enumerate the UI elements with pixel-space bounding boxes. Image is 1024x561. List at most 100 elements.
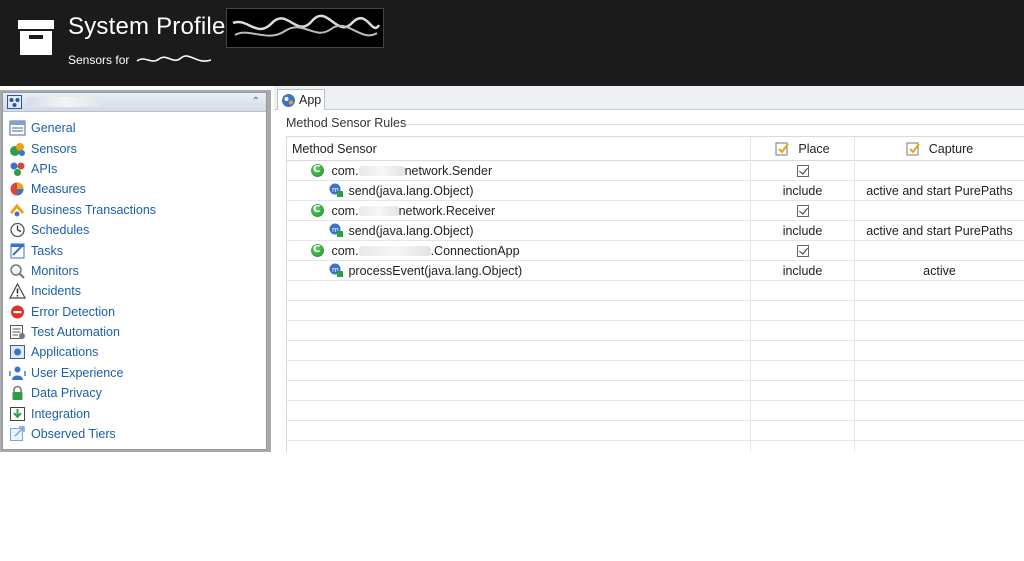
method-sensor-cell: com. network.Sender [287,161,751,181]
sidebar-item-monitors[interactable]: Monitors [3,261,266,281]
sidebar-item-integration[interactable]: Integration [3,403,266,423]
sidebar-item-label: Test Automation [31,325,120,340]
empty-row [287,381,1024,401]
sidebar-item-label: Error Detection [31,304,116,319]
class-icon [311,241,324,260]
empty-row [287,341,1024,361]
capture-cell[interactable]: active and start PurePaths [855,221,1024,241]
method-sensor-cell: m send(java.lang.Object) [287,221,751,241]
class-name: .ConnectionApp [430,244,520,258]
place-cell[interactable]: include [751,261,855,281]
sidebar-item-error-detection[interactable]: Error Detection [3,302,266,322]
profile-tree-icon [7,95,22,109]
place-cell[interactable]: include [751,221,855,241]
place-cell[interactable] [751,161,855,181]
sidebar-panel: ⌃ General Sensors APIs Measures Business… [2,92,267,450]
profile-sidebar: ⌃ General Sensors APIs Measures Business… [0,90,271,452]
app-icon [282,93,295,107]
sidebar-item-label: Schedules [31,223,90,238]
empty-row [287,321,1024,341]
sidebar-item-sensors[interactable]: Sensors [3,138,266,158]
business-transactions-icon [9,203,25,217]
method-name: send(java.lang.Object) [348,184,474,198]
subtitle-text: Sensors for [68,53,130,67]
sensors-icon [10,142,25,156]
sidebar-item-label: General [31,121,76,136]
tab-app[interactable]: App [277,89,325,110]
redacted-system-name [136,55,211,62]
class-name: network.Receiver [398,204,496,218]
class-name: network.Sender [404,164,493,178]
page-title: System Profile [68,13,226,40]
table-row[interactable]: com. network.Receiver [287,201,1024,221]
sidebar-item-label: Integration [31,406,91,421]
empty-row [287,361,1024,381]
sidebar-item-tasks[interactable]: Tasks [3,240,266,260]
empty-row [287,301,1024,321]
table-row[interactable]: m processEvent(java.lang.Object) include… [287,261,1024,281]
place-cell[interactable] [751,201,855,221]
sidebar-item-business-transactions[interactable]: Business Transactions [3,200,266,220]
empty-row [287,401,1024,421]
column-header-place[interactable]: Place [751,137,855,161]
sidebar-item-incidents[interactable]: Incidents [3,281,266,301]
sidebar-item-data-privacy[interactable]: Data Privacy [3,383,266,403]
method-sensor-cell: m send(java.lang.Object) [287,181,751,201]
sidebar-item-applications[interactable]: Applications [3,342,266,362]
sidebar-item-label: Measures [31,182,86,197]
general-icon [9,120,26,136]
empty-row [287,441,1024,452]
sidebar-item-label: Data Privacy [31,386,102,401]
table-row[interactable]: com. network.Sender [287,161,1024,181]
table-row[interactable]: com. .ConnectionApp [287,241,1024,261]
column-header-method[interactable]: Method Sensor [287,137,751,161]
redacted-package [358,246,431,256]
user-experience-icon [9,366,26,380]
method-sensor-table: Method Sensor Place Capture com. network.… [286,136,1024,452]
table-header: Method Sensor Place Capture [287,137,1024,161]
table-row[interactable]: m send(java.lang.Object) include active … [287,221,1024,241]
place-checkbox[interactable] [796,205,809,217]
method-sensor-cell: com. network.Receiver [287,201,751,221]
app-header: System Profile Sensors for [0,0,1024,86]
column-header-capture[interactable]: Capture [855,137,1024,161]
tasks-icon [10,243,25,259]
capture-cell[interactable]: active [855,261,1024,281]
observed-tiers-icon [10,426,25,442]
sidebar-item-test-automation[interactable]: Test Automation [3,322,266,342]
class-package-prefix: com. [331,164,359,178]
capture-cell[interactable]: active and start PurePaths [855,181,1024,201]
place-checkbox[interactable] [796,165,809,177]
schedules-icon [10,222,25,238]
redacted-package [358,166,405,176]
sidebar-item-label: Sensors [31,141,77,156]
sidebar-item-label: Tasks [31,243,63,258]
table-row[interactable]: m send(java.lang.Object) include active … [287,181,1024,201]
section-divider [406,124,1024,125]
sidebar-item-general[interactable]: General [3,118,266,138]
sidebar-item-schedules[interactable]: Schedules [3,220,266,240]
sidebar-item-label: Business Transactions [31,202,157,217]
monitors-icon [10,264,25,279]
capture-cell [855,241,1024,261]
method-name: send(java.lang.Object) [348,224,474,238]
place-checkbox[interactable] [796,245,809,257]
applications-icon [10,345,25,360]
place-cell[interactable] [751,241,855,261]
apis-icon [10,162,25,176]
sidebar-item-observed-tiers[interactable]: Observed Tiers [3,424,266,444]
system-profile-icon [18,20,54,55]
collapse-icon[interactable]: ⌃ [252,96,260,107]
class-package-prefix: com. [331,204,359,218]
place-cell[interactable]: include [751,181,855,201]
sidebar-item-user-experience[interactable]: User Experience [3,363,266,383]
sidebar-item-label: Incidents [31,284,82,299]
redacted-package [358,206,399,216]
place-icon [775,142,790,156]
capture-icon [906,142,920,156]
sidebar-item-apis[interactable]: APIs [3,159,266,179]
capture-cell [855,161,1024,181]
sidebar-item-measures[interactable]: Measures [3,179,266,199]
redacted-profile-label [27,97,103,107]
test-automation-icon [10,325,25,340]
